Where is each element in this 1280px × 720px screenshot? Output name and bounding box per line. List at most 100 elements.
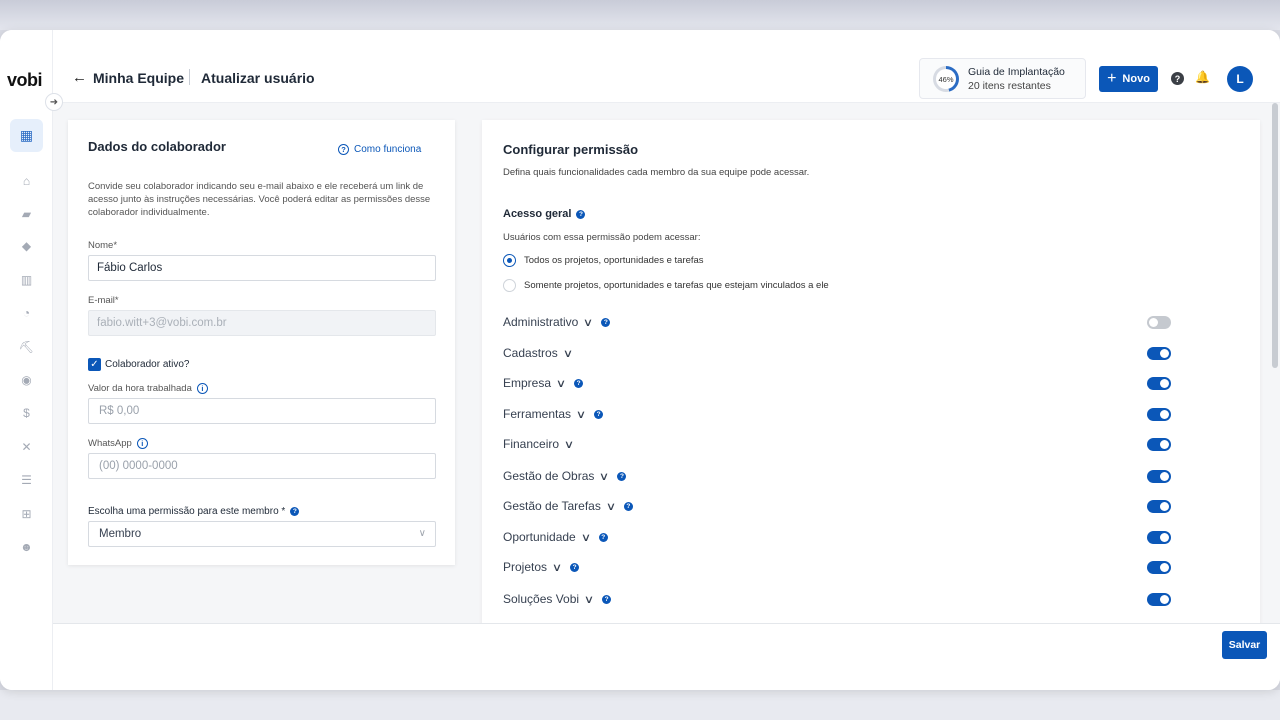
sidebar-collapse-button[interactable]: ➜ xyxy=(45,93,63,111)
permission-name-group[interactable]: Gestão de Tarefas ∨? xyxy=(503,499,633,513)
sidebar-item-apps[interactable]: ⊞ xyxy=(0,504,53,524)
folder-icon: ▰ xyxy=(21,207,32,221)
whatsapp-input[interactable]: (00) 0000-0000 xyxy=(88,453,436,479)
permission-row[interactable]: Empresa ∨? xyxy=(503,374,1171,394)
sidebar-item-works[interactable]: ⛏ xyxy=(0,337,53,357)
chevron-down-icon[interactable]: ∨ xyxy=(564,438,574,451)
sidebar-item-team[interactable]: ☻ xyxy=(0,537,53,557)
permission-name: Financeiro xyxy=(503,437,560,451)
chevron-down-icon[interactable]: ∨ xyxy=(583,316,593,329)
help-icon[interactable]: ? xyxy=(1171,72,1184,85)
permission-name-group[interactable]: Administrativo ∨? xyxy=(503,315,611,329)
info-icon[interactable]: ? xyxy=(617,471,627,481)
scrollbar[interactable] xyxy=(1272,103,1278,368)
chevron-down-icon[interactable]: ∨ xyxy=(562,347,572,360)
name-field[interactable]: Fábio Carlos xyxy=(88,255,436,281)
sidebar-item-tools[interactable]: ✕ xyxy=(0,437,53,457)
chevron-down-icon[interactable]: ∨ xyxy=(556,377,566,390)
sidebar-item-finance[interactable]: ◉ xyxy=(0,370,53,390)
permission-toggle[interactable] xyxy=(1147,347,1171,360)
sidebar-item-payments[interactable]: $ xyxy=(0,403,53,423)
new-button[interactable]: + Novo xyxy=(1099,66,1158,92)
hour-value-input[interactable]: R$ 0,00 xyxy=(88,398,436,424)
chevron-down-icon[interactable]: ∨ xyxy=(576,408,586,421)
permission-row[interactable]: Administrativo ∨? xyxy=(503,313,1171,333)
permission-toggle[interactable] xyxy=(1147,438,1171,451)
info-icon[interactable]: ? xyxy=(602,594,612,604)
info-icon[interactable]: ? xyxy=(570,562,580,572)
permission-name-group[interactable]: Financeiro ∨ xyxy=(503,437,574,451)
breadcrumb-parent[interactable]: Minha Equipe xyxy=(93,70,184,86)
permission-row[interactable]: Gestão de Obras ∨? xyxy=(503,467,1171,487)
handshake-icon: ◆ xyxy=(21,239,32,253)
chevron-down-icon[interactable]: ∨ xyxy=(581,531,591,544)
permission-name-group[interactable]: Oportunidade ∨? xyxy=(503,530,608,544)
permission-name-group[interactable]: Cadastros ∨ xyxy=(503,346,573,360)
permission-row[interactable]: Ferramentas ∨? xyxy=(503,405,1171,425)
permission-name-group[interactable]: Empresa ∨? xyxy=(503,376,584,390)
bell-icon[interactable]: 🔔 xyxy=(1195,70,1210,84)
chevron-down-icon[interactable]: ∨ xyxy=(584,593,594,606)
permission-toggle[interactable] xyxy=(1147,593,1171,606)
info-icon[interactable]: i xyxy=(196,383,208,394)
how-it-works-link[interactable]: ? Como funciona xyxy=(338,144,421,155)
info-icon[interactable]: ? xyxy=(601,317,611,327)
sidebar-item-home[interactable]: ⌂ xyxy=(0,171,53,191)
active-checkbox-row[interactable]: ✓ Colaborador ativo? xyxy=(88,358,190,371)
sidebar-item-projects[interactable]: ▰ xyxy=(0,204,53,224)
save-button[interactable]: Salvar xyxy=(1222,631,1267,659)
radio-button-selected[interactable] xyxy=(503,254,516,267)
info-icon[interactable]: ? xyxy=(598,532,608,542)
permission-row[interactable]: Soluções Vobi ∨? xyxy=(503,590,1171,610)
permission-toggle[interactable] xyxy=(1147,470,1171,483)
footer: Salvar xyxy=(53,623,1280,690)
implantation-guide[interactable]: 46% Guia de Implantação 20 itens restant… xyxy=(919,58,1086,99)
radio-button[interactable] xyxy=(503,279,516,292)
chevron-down-icon[interactable]: ∨ xyxy=(599,470,609,483)
permission-row[interactable]: Projetos ∨? xyxy=(503,558,1171,578)
radio-linked-projects[interactable]: Somente projetos, oportunidades e tarefa… xyxy=(503,279,829,292)
permission-row[interactable]: Cadastros ∨ xyxy=(503,344,1171,364)
new-button-label: Novo xyxy=(1122,73,1150,85)
info-icon[interactable]: ? xyxy=(594,409,604,419)
permission-name-group[interactable]: Ferramentas ∨? xyxy=(503,407,604,421)
email-field: fabio.witt+3@vobi.com.br xyxy=(88,310,436,336)
info-icon[interactable]: ? xyxy=(290,506,300,516)
info-icon[interactable]: ? xyxy=(576,209,586,219)
info-icon[interactable]: ? xyxy=(623,501,633,511)
permission-toggle[interactable] xyxy=(1147,500,1171,513)
tools-icon: ✕ xyxy=(21,440,32,454)
radio-all-projects[interactable]: Todos os projetos, oportunidades e taref… xyxy=(503,254,704,267)
worker-icon: ⛏ xyxy=(18,340,35,354)
permission-toggle[interactable] xyxy=(1147,377,1171,390)
info-icon[interactable]: i xyxy=(136,438,148,449)
permission-name-group[interactable]: Projetos ∨? xyxy=(503,560,580,574)
collaborator-description: Convide seu colaborador indicando seu e-… xyxy=(88,181,431,218)
permission-toggle[interactable] xyxy=(1147,408,1171,421)
backdrop-top xyxy=(0,0,1280,30)
avatar[interactable]: L xyxy=(1227,66,1253,92)
permission-toggle[interactable] xyxy=(1147,316,1171,329)
main-content: Dados do colaborador ? Como funciona Con… xyxy=(53,103,1280,640)
info-icon[interactable]: ? xyxy=(574,378,584,388)
sidebar-item-company[interactable]: ▥ xyxy=(0,270,53,290)
permission-row[interactable]: Financeiro ∨ xyxy=(503,435,1171,455)
permission-row[interactable]: Oportunidade ∨? xyxy=(503,528,1171,548)
permission-select[interactable]: Membro ∨ xyxy=(88,521,436,547)
permissions-card-title: Configurar permissão xyxy=(503,142,639,157)
sidebar-item-opportunities[interactable]: ◆ xyxy=(0,236,53,256)
sidebar-item-tasks[interactable]: ☰ xyxy=(0,470,53,490)
permission-name-group[interactable]: Soluções Vobi ∨? xyxy=(503,592,612,606)
permission-name-group[interactable]: Gestão de Obras ∨? xyxy=(503,469,627,483)
permission-row[interactable]: Gestão de Tarefas ∨? xyxy=(503,497,1171,517)
back-arrow-icon[interactable]: ← xyxy=(72,68,87,88)
permission-toggle[interactable] xyxy=(1147,531,1171,544)
hour-value-label: Valor da hora trabalhada xyxy=(88,383,192,395)
permission-toggle[interactable] xyxy=(1147,561,1171,574)
chevron-down-icon[interactable]: ∨ xyxy=(606,500,616,513)
logo[interactable]: vobi xyxy=(7,70,43,91)
sidebar-item-dashboards[interactable]: ◔ xyxy=(0,303,53,323)
chevron-down-icon[interactable]: ∨ xyxy=(552,561,562,574)
active-checkbox[interactable]: ✓ xyxy=(88,358,101,371)
sidebar-item-dashboard[interactable]: ▦ xyxy=(10,119,43,152)
